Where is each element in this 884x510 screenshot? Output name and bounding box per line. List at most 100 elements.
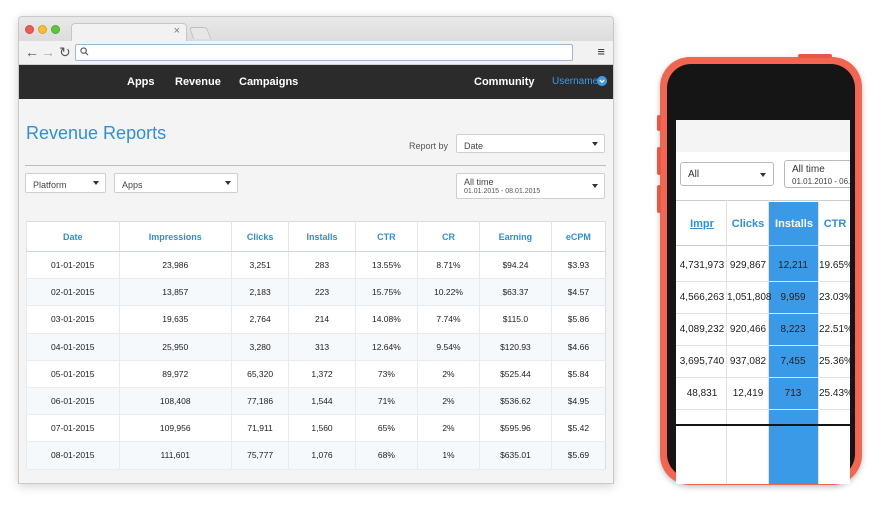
user-menu[interactable]: Username [552, 76, 598, 87]
volume-down-button [657, 185, 661, 213]
column-header-installs[interactable]: Installs [288, 221, 356, 252]
table-cell: 13.55% [354, 251, 418, 280]
volume-up-button [657, 147, 661, 175]
table-cell: 214 [288, 305, 356, 334]
table-cell: 283 [288, 251, 356, 280]
browser-tab[interactable]: × [71, 23, 187, 41]
column-header-clicks[interactable]: Clicks [230, 221, 289, 252]
revenue-table: Date Impressions Clicks Installs CTR CR … [26, 221, 606, 470]
platform-select[interactable]: Platform [25, 173, 106, 193]
app-navbar: Apps Revenue Campaigns Community Usernam… [19, 65, 613, 99]
column-header-cr[interactable]: CR [416, 221, 480, 252]
chevron-down-icon[interactable] [597, 76, 607, 86]
nav-revenue[interactable]: Revenue [175, 76, 221, 88]
table-cell: 3,251 [230, 251, 289, 280]
time-range-select[interactable]: All time 01.01.2015 - 08.01.2015 [456, 173, 605, 199]
reload-icon[interactable]: ↻ [59, 44, 71, 60]
table-cell: 8.71% [416, 251, 480, 280]
nav-community[interactable]: Community [474, 76, 535, 88]
phone-platform-select[interactable]: All [680, 162, 774, 186]
browser-toolbar: ← → ↻ ≡ [19, 41, 613, 65]
platform-value: Platform [33, 180, 67, 190]
table-cell: 12,419 [732, 388, 764, 399]
table-cell: 71,911 [230, 414, 289, 443]
chevron-down-icon [225, 181, 231, 185]
table-cell: 2,183 [230, 278, 289, 307]
table-cell: 23,986 [118, 251, 232, 280]
chevron-down-icon [592, 184, 598, 188]
table-cell: 01-01-2015 [26, 251, 120, 280]
table-cell: $595.96 [479, 414, 552, 443]
table-cell: 25.36% [819, 356, 850, 367]
table-cell: 4,566,263 [679, 292, 725, 303]
maximize-window-button[interactable] [51, 25, 60, 34]
table-cell: 3,695,740 [679, 356, 725, 367]
table-cell: 65,320 [230, 360, 289, 388]
column-header-earning[interactable]: Earning [479, 221, 552, 252]
table-cell: 08-01-2015 [26, 441, 120, 470]
table-cell: $120.93 [479, 333, 552, 361]
table-cell: 14.08% [354, 305, 418, 334]
phone-header-clicks[interactable]: Clicks [728, 218, 768, 230]
nav-apps[interactable]: Apps [127, 76, 155, 88]
table-cell: 65% [354, 414, 418, 443]
table-cell: 13,857 [118, 278, 232, 307]
table-cell: 73% [354, 360, 418, 388]
table-cell: 12,211 [778, 260, 808, 271]
column-header-ctr[interactable]: CTR [354, 221, 418, 252]
phone-header-ctr[interactable]: CTR [820, 218, 850, 230]
table-cell: 12.64% [354, 333, 418, 361]
table-row: 03-01-2015 19,635 2,764 214 14.08% 7.74%… [26, 305, 606, 334]
nav-campaigns[interactable]: Campaigns [239, 76, 298, 88]
stage: × ← → ↻ ≡ Apps Revenue Campaigns Communi… [0, 0, 884, 510]
address-bar[interactable] [75, 44, 573, 61]
table-cell: 8,223 [780, 324, 806, 335]
table-cell: 1,544 [288, 387, 356, 416]
table-cell: 25,950 [118, 333, 232, 361]
back-arrow-icon[interactable]: ← [25, 44, 39, 60]
table-row: 06-01-2015 108,408 77,186 1,544 71% 2% $… [26, 387, 606, 416]
forward-arrow-icon[interactable]: → [41, 44, 55, 60]
search-icon [80, 47, 89, 56]
table-cell: $5.69 [550, 441, 606, 470]
table-cell: $63.37 [479, 278, 552, 307]
table-cell: $4.95 [550, 387, 606, 416]
table-cell: 111,601 [118, 441, 232, 470]
phone-time-select[interactable]: All time 01.01.2010 - 06. [784, 160, 850, 188]
tab-close-icon[interactable]: × [174, 25, 180, 37]
table-cell: 03-01-2015 [26, 305, 120, 334]
apps-select[interactable]: Apps [114, 173, 238, 193]
new-tab-button[interactable] [188, 27, 212, 39]
table-cell: 68% [354, 441, 418, 470]
column-header-date[interactable]: Date [26, 221, 120, 252]
table-cell: 4,089,232 [679, 324, 725, 335]
column-header-ecpm[interactable]: eCPM [550, 221, 606, 252]
table-cell: $5.84 [550, 360, 606, 388]
browser-window: × ← → ↻ ≡ Apps Revenue Campaigns Communi… [18, 16, 614, 484]
report-by-select[interactable]: Date [456, 134, 605, 153]
table-cell: $5.42 [550, 414, 606, 443]
close-window-button[interactable] [25, 25, 34, 34]
minimize-window-button[interactable] [38, 25, 47, 34]
report-by-value: Date [464, 141, 484, 151]
time-range-label: All time [464, 177, 494, 187]
hamburger-menu-icon[interactable]: ≡ [597, 45, 605, 59]
table-cell: 15.75% [354, 278, 418, 307]
table-cell: 04-01-2015 [26, 333, 120, 361]
chevron-down-icon [760, 173, 766, 177]
phone-header-installs[interactable]: Installs [770, 218, 818, 230]
screen-bottom-edge [676, 424, 850, 426]
apps-value: Apps [122, 180, 143, 190]
table-cell: 22.51% [819, 324, 850, 335]
table-cell: 07-01-2015 [26, 414, 120, 443]
table-cell: 1% [416, 441, 480, 470]
table-cell: 713 [784, 388, 802, 399]
table-cell: 313 [288, 333, 356, 361]
table-row: 01-01-2015 23,986 3,251 283 13.55% 8.71%… [26, 251, 606, 280]
table-cell: $536.62 [479, 387, 552, 416]
column-header-impressions[interactable]: Impressions [118, 221, 232, 252]
table-cell: 2% [416, 387, 480, 416]
table-cell: 108,408 [118, 387, 232, 416]
table-cell: 10.22% [416, 278, 480, 307]
phone-header-impr[interactable]: Impr [678, 218, 726, 230]
